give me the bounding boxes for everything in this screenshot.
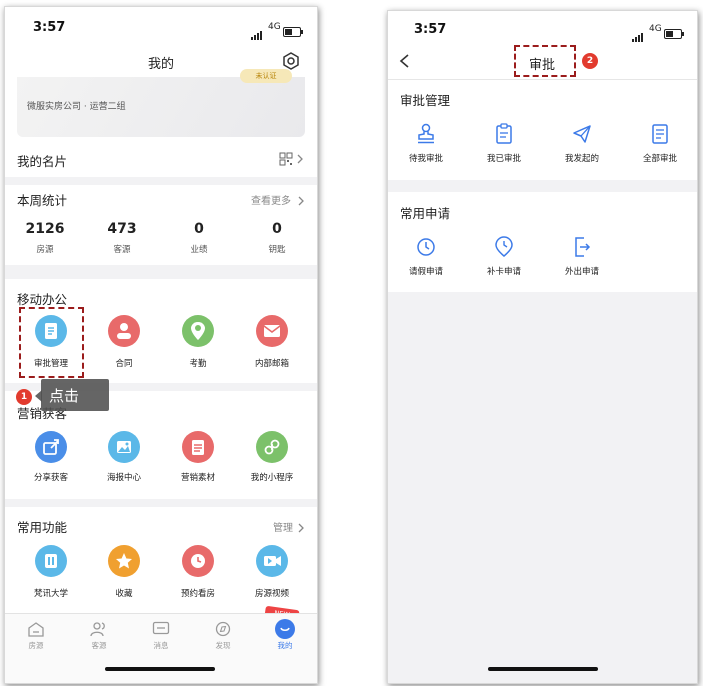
common-item-label[interactable]: 收藏: [89, 587, 159, 599]
weekly-stats-title: 本周统计: [17, 193, 68, 208]
people-icon[interactable]: [90, 621, 108, 637]
stat-value[interactable]: 2126: [15, 221, 75, 237]
house-icon[interactable]: [27, 621, 45, 637]
marketing-item-label[interactable]: 分享获客: [16, 471, 86, 483]
mobile-office-title: 移动办公: [17, 292, 68, 307]
signal-icon: [632, 23, 644, 42]
home-indicator[interactable]: [105, 667, 215, 671]
approval-mgmt-title: 审批管理: [400, 93, 451, 108]
common-apply-title: 常用申请: [400, 206, 451, 221]
common-item-label[interactable]: 预约看房: [163, 587, 233, 599]
apply-item-label[interactable]: 请假申请: [391, 265, 461, 277]
marketing-item-label[interactable]: 营销素材: [163, 471, 233, 483]
common-item-label[interactable]: 梵讯大学: [16, 587, 86, 599]
person-contract-icon[interactable]: [108, 315, 140, 347]
clipboard-icon[interactable]: [494, 123, 514, 145]
highlight-box-approval: [19, 307, 84, 378]
star-icon[interactable]: [108, 545, 140, 577]
tab-label-clients[interactable]: 客源: [79, 640, 119, 651]
stat-value[interactable]: 0: [247, 221, 307, 237]
verify-badge[interactable]: 未认证: [240, 69, 292, 83]
battery-icon: [664, 23, 684, 42]
apply-item-label[interactable]: 外出申请: [547, 265, 617, 277]
approval-item-label[interactable]: 全部审批: [625, 152, 695, 164]
tab-label-messages[interactable]: 消息: [141, 640, 181, 651]
qrcode-icon: [279, 151, 305, 166]
mobile-office-item-label[interactable]: 考勤: [163, 357, 233, 369]
settings-gear-icon[interactable]: [281, 51, 301, 71]
step-number-badge: 1: [16, 389, 32, 405]
step-number-badge: 2: [582, 53, 598, 69]
click-tooltip-text: 点击: [49, 387, 80, 405]
phone-screen-approval: 3:57 4G 审批 2 审批管理 待我审批 我已审批 我发起的 全部审批 常用…: [387, 10, 698, 684]
stat-label: 业绩: [190, 245, 208, 255]
leave-clock-icon[interactable]: [416, 236, 436, 258]
battery-icon: [283, 21, 303, 40]
stat-label: 房源: [36, 245, 54, 255]
marketing-item-label[interactable]: 海报中心: [89, 471, 159, 483]
clock-icon[interactable]: [182, 545, 214, 577]
highlight-box-title: [514, 45, 576, 77]
mobile-office-item-label[interactable]: 内部邮箱: [237, 357, 307, 369]
message-icon[interactable]: [152, 621, 170, 637]
location-pin-icon[interactable]: [182, 315, 214, 347]
poster-icon[interactable]: [108, 431, 140, 463]
view-more-link[interactable]: 查看更多: [251, 192, 291, 207]
signal-icon: [251, 21, 263, 40]
stat-label: 客源: [113, 245, 131, 255]
video-icon[interactable]: [256, 545, 288, 577]
chevron-right-icon: [297, 192, 305, 206]
university-icon[interactable]: [35, 545, 67, 577]
tab-label-me[interactable]: 我的: [265, 640, 305, 651]
mobile-office-item-label[interactable]: 合同: [89, 357, 159, 369]
document-list-icon[interactable]: [650, 123, 670, 145]
material-icon[interactable]: [182, 431, 214, 463]
manage-link[interactable]: 管理: [273, 519, 293, 534]
mail-icon[interactable]: [256, 315, 288, 347]
marketing-item-label[interactable]: 我的小程序: [237, 471, 307, 483]
paper-plane-icon[interactable]: [572, 123, 592, 145]
tooltip-arrow: [35, 390, 42, 402]
common-item-label[interactable]: 房源视频: [237, 587, 307, 599]
compass-icon[interactable]: [214, 621, 232, 637]
page-title: 我的: [147, 57, 174, 72]
common-functions-title: 常用功能: [17, 520, 68, 535]
share-icon[interactable]: [35, 431, 67, 463]
home-indicator[interactable]: [488, 667, 598, 671]
approval-item-label[interactable]: 我已审批: [469, 152, 539, 164]
company-name: 微服实房公司 · 运营二组: [27, 102, 126, 112]
stat-value[interactable]: 473: [92, 221, 152, 237]
punch-clock-icon[interactable]: [494, 236, 514, 258]
approval-item-label[interactable]: 待我审批: [391, 152, 461, 164]
business-card-label: 我的名片: [17, 154, 68, 169]
status-time: 3:57: [33, 20, 66, 35]
apply-item-label[interactable]: 补卡申请: [469, 265, 539, 277]
me-icon[interactable]: [275, 619, 295, 639]
stat-value[interactable]: 0: [169, 221, 229, 237]
approval-item-label[interactable]: 我发起的: [547, 152, 617, 164]
tab-label-discover[interactable]: 发现: [203, 640, 243, 651]
stat-label: 钥匙: [268, 245, 286, 255]
go-out-icon[interactable]: [572, 236, 592, 258]
network-type: 4G: [268, 22, 281, 32]
tab-label-house[interactable]: 房源: [16, 640, 56, 651]
stamp-icon[interactable]: [416, 123, 436, 145]
mini-program-icon[interactable]: [256, 431, 288, 463]
phone-screen-profile: 3:57 4G 我的 未认证 微服实房公司 · 运营二组 我的名片 本周统计 查…: [4, 6, 318, 684]
back-chevron-icon[interactable]: [398, 53, 412, 69]
status-time: 3:57: [414, 22, 447, 37]
network-type: 4G: [649, 24, 662, 34]
chevron-right-icon: [297, 519, 305, 533]
